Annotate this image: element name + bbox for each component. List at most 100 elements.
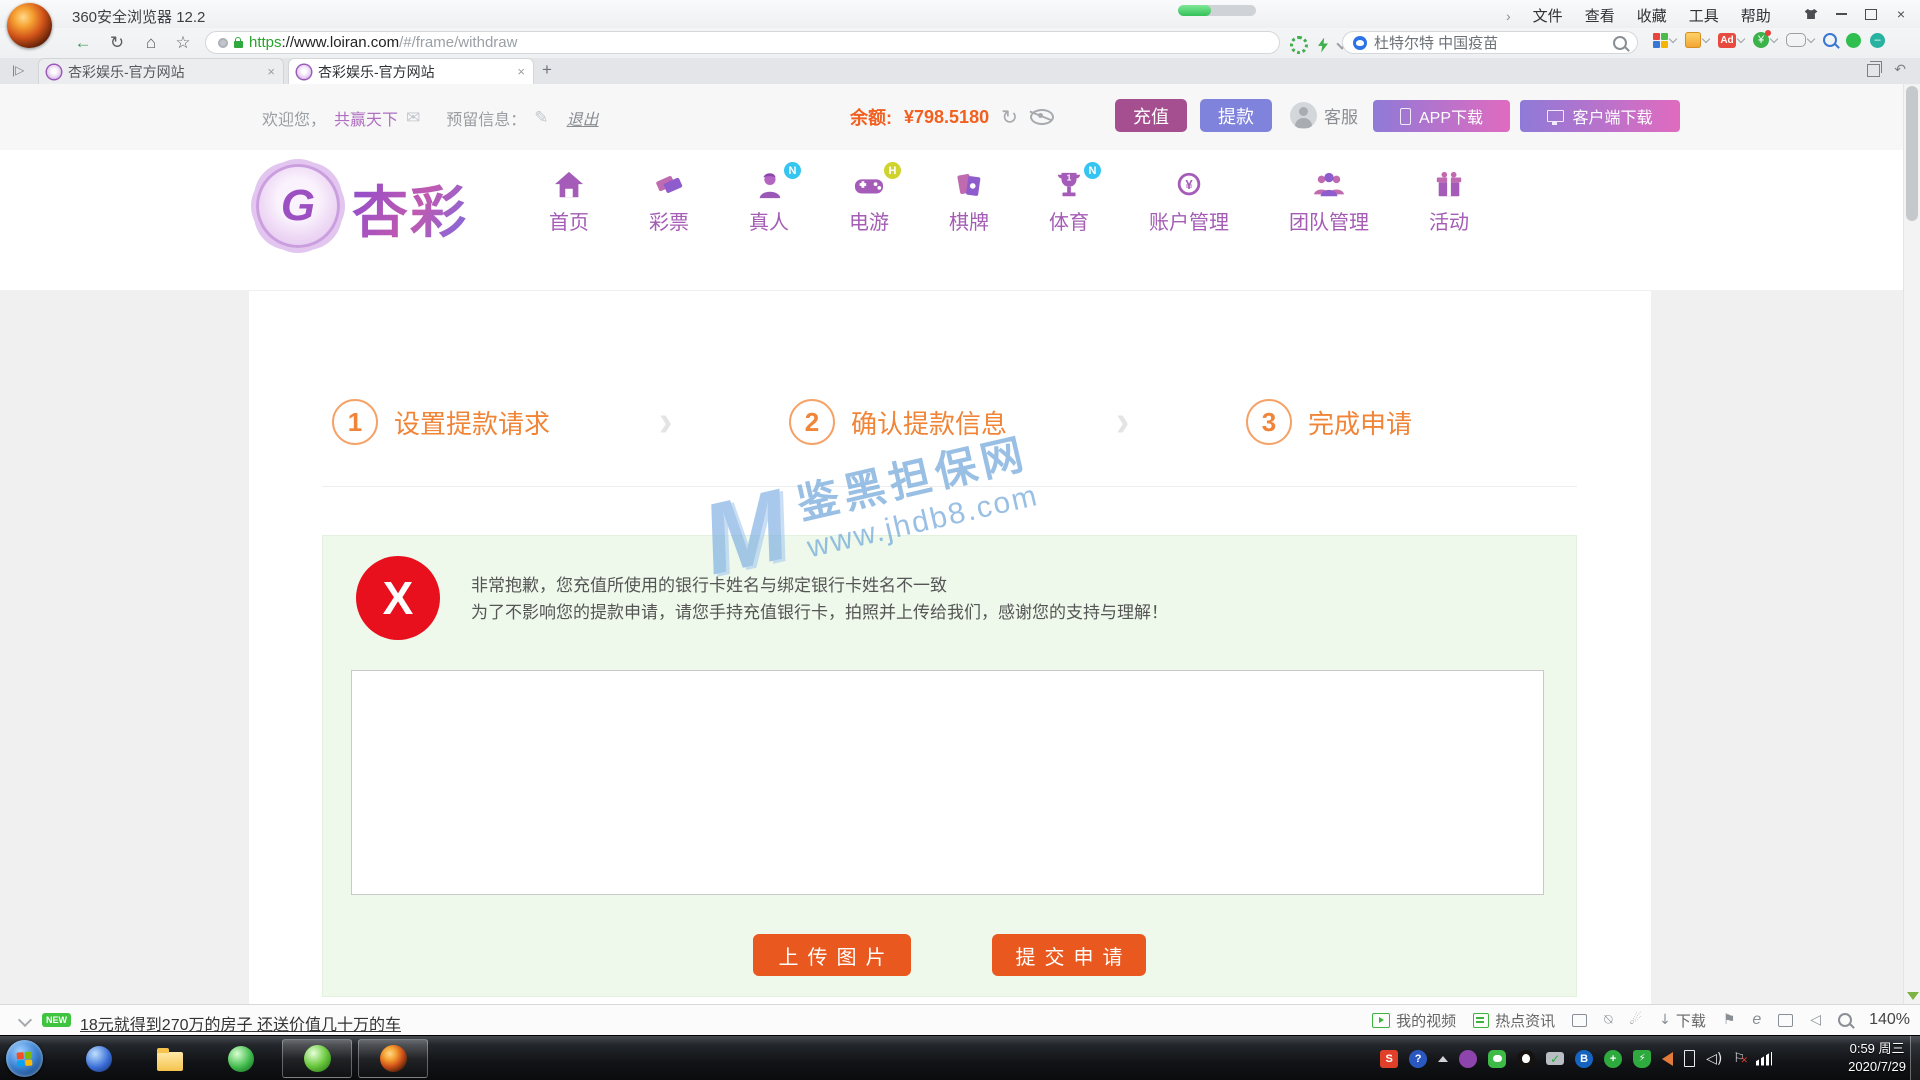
browser-medal-icon[interactable]: ⍉ [1604, 1012, 1612, 1028]
download-button[interactable]: ↓ 下载 [1659, 1010, 1706, 1031]
show-desktop-button[interactable] [1910, 1036, 1920, 1080]
nav-item-live[interactable]: N 真人 [749, 170, 789, 235]
menu-file[interactable]: 文件 [1533, 5, 1563, 26]
new-tab-button[interactable]: + [542, 60, 552, 80]
close-button[interactable]: × [1886, 2, 1916, 26]
address-bar[interactable]: https://www.loiran.com/#/frame/withdraw [205, 31, 1280, 54]
mute-icon[interactable]: ◁ [1810, 1012, 1821, 1028]
tray-expand-icon[interactable] [1438, 1056, 1448, 1062]
site-logo-text[interactable]: 杏彩 [352, 168, 468, 249]
upload-image-button[interactable]: 上传图片 [753, 934, 911, 976]
search-engine-icon[interactable] [1353, 36, 1367, 50]
edit-icon[interactable]: ✎ [534, 108, 548, 128]
taskbar-messenger-icon[interactable] [226, 1044, 256, 1074]
dropdown-icon[interactable] [1702, 35, 1710, 43]
window-mode-icon[interactable] [1778, 1014, 1793, 1027]
undo-close-tab-icon[interactable]: ↶ [1894, 62, 1906, 78]
report-flag-icon[interactable]: ⚑ [1723, 1012, 1736, 1028]
browser-logo-icon[interactable] [7, 3, 52, 48]
submit-application-button[interactable]: 提交申请 [992, 934, 1146, 976]
flower-tray-icon[interactable] [1459, 1050, 1477, 1068]
orange-speaker-icon[interactable] [1662, 1052, 1673, 1066]
my-videos-button[interactable]: 我的视频 [1372, 1010, 1456, 1031]
refresh-balance-icon[interactable]: ↻ [1001, 107, 1018, 127]
hot-news-button[interactable]: 热点资讯 [1473, 1010, 1555, 1031]
rocket-icon[interactable]: ☄ [1630, 1012, 1643, 1028]
zoom-icon[interactable] [1838, 1013, 1852, 1027]
dropdown-icon[interactable] [1737, 35, 1745, 43]
client-download-button[interactable]: 客户端下载 [1520, 100, 1680, 132]
taskbar-explorer-icon[interactable] [155, 1044, 185, 1074]
battery-icon[interactable] [1684, 1050, 1695, 1067]
back-button[interactable]: ← [70, 31, 96, 55]
recharge-button[interactable]: 充值 [1115, 99, 1187, 132]
games-extension[interactable] [1786, 33, 1814, 47]
minimize-button[interactable] [1826, 2, 1856, 26]
teal-mode-icon[interactable]: – [1870, 33, 1885, 48]
app-download-button[interactable]: APP下载 [1373, 100, 1510, 132]
qq-tray-icon[interactable] [1517, 1050, 1535, 1068]
reload-button[interactable]: ↻ [104, 31, 130, 55]
menu-favorites[interactable]: 收藏 [1637, 5, 1667, 26]
home-button[interactable]: ⌂ [138, 31, 164, 55]
network-icon[interactable]: ⚐✕ [1733, 1051, 1745, 1066]
nav-item-activity[interactable]: 活动 [1429, 170, 1469, 235]
service-label[interactable]: 客服 [1324, 103, 1358, 128]
wechat-tray-icon[interactable] [1488, 1050, 1506, 1068]
nav-item-team[interactable]: 团队管理 [1289, 170, 1369, 235]
adblock-extension[interactable]: Ad [1718, 33, 1744, 48]
nav-item-account[interactable]: ¥ 账户管理 [1149, 170, 1229, 235]
bluetooth-tray-icon[interactable]: B [1575, 1050, 1593, 1068]
favorite-star-button[interactable]: ☆ [170, 31, 196, 55]
nav-item-home[interactable]: 首页 [549, 170, 589, 235]
scrollbar[interactable] [1903, 84, 1920, 1004]
scrollbar-thumb[interactable] [1906, 86, 1918, 221]
search-box[interactable]: 杜特尔特 中国疫苗 [1342, 31, 1638, 54]
menu-view[interactable]: 查看 [1585, 5, 1615, 26]
skin-button[interactable] [1796, 2, 1826, 26]
session-restore-icon[interactable]: |▷ [12, 63, 24, 77]
promo-link[interactable]: 18元就得到270万的房子 还送价值几十万的车 [80, 1011, 401, 1035]
site-safety-icon[interactable] [218, 38, 228, 48]
nav-item-sports[interactable]: 1 N 体育 [1049, 170, 1089, 235]
scroll-down-arrow-icon[interactable] [1907, 992, 1919, 1000]
menu-help[interactable]: 帮助 [1741, 5, 1771, 26]
tab-close-icon[interactable]: × [517, 64, 525, 79]
site-logo-icon[interactable]: G [256, 164, 340, 248]
signal-bars-icon[interactable] [1756, 1052, 1772, 1066]
taskbar-running-secure-browser[interactable] [358, 1039, 428, 1078]
tab-title[interactable]: 杏彩娱乐-官方网站 [318, 62, 510, 82]
nav-item-lottery[interactable]: 彩票 [649, 170, 689, 235]
username[interactable]: 共赢天下 [334, 106, 398, 130]
menu-chevron-icon[interactable]: › [1506, 8, 1511, 24]
speed-mode-icon[interactable] [1290, 36, 1308, 54]
withdraw-button[interactable]: 提款 [1200, 99, 1272, 132]
search-query[interactable]: 杜特尔特 中国疫苗 [1374, 32, 1606, 53]
customer-service[interactable]: 客服 [1290, 102, 1358, 129]
apps-grid-extension[interactable] [1652, 32, 1676, 48]
dropdown-icon[interactable] [1770, 35, 1778, 43]
search-icon[interactable] [1613, 36, 1627, 50]
tab-inactive[interactable]: 杏彩娱乐-官方网站 × [38, 58, 284, 84]
menu-tools[interactable]: 工具 [1689, 5, 1719, 26]
tab-layout-icon[interactable] [1867, 64, 1880, 77]
start-button[interactable] [6, 1040, 43, 1077]
taskbar-running-360browser[interactable] [282, 1039, 352, 1078]
tab-close-icon[interactable]: × [267, 64, 275, 79]
wallet-extension[interactable]: ¥ [1753, 32, 1777, 48]
zoom-search-icon[interactable] [1823, 33, 1837, 47]
hide-balance-icon[interactable] [1030, 109, 1054, 125]
tab-title[interactable]: 杏彩娱乐-官方网站 [68, 62, 260, 82]
turbo-icon[interactable] [1318, 38, 1328, 53]
sogou-tray-icon[interactable]: S [1380, 1050, 1398, 1068]
message-envelope-icon[interactable]: ✉ [406, 108, 420, 128]
help-tray-icon[interactable]: ? [1409, 1050, 1427, 1068]
screenshot-icon[interactable] [1572, 1014, 1587, 1027]
dropdown-icon[interactable] [1807, 35, 1815, 43]
ime-keyboard-icon[interactable]: ✓ [1546, 1052, 1564, 1065]
taskbar-browser2-icon[interactable] [84, 1044, 114, 1074]
shield-tray-icon[interactable]: ⚡ [1633, 1050, 1651, 1068]
upload-preview-box[interactable] [351, 670, 1544, 895]
statusbar-collapse-icon[interactable] [18, 1013, 32, 1027]
green-plus-tray-icon[interactable]: + [1604, 1050, 1622, 1068]
